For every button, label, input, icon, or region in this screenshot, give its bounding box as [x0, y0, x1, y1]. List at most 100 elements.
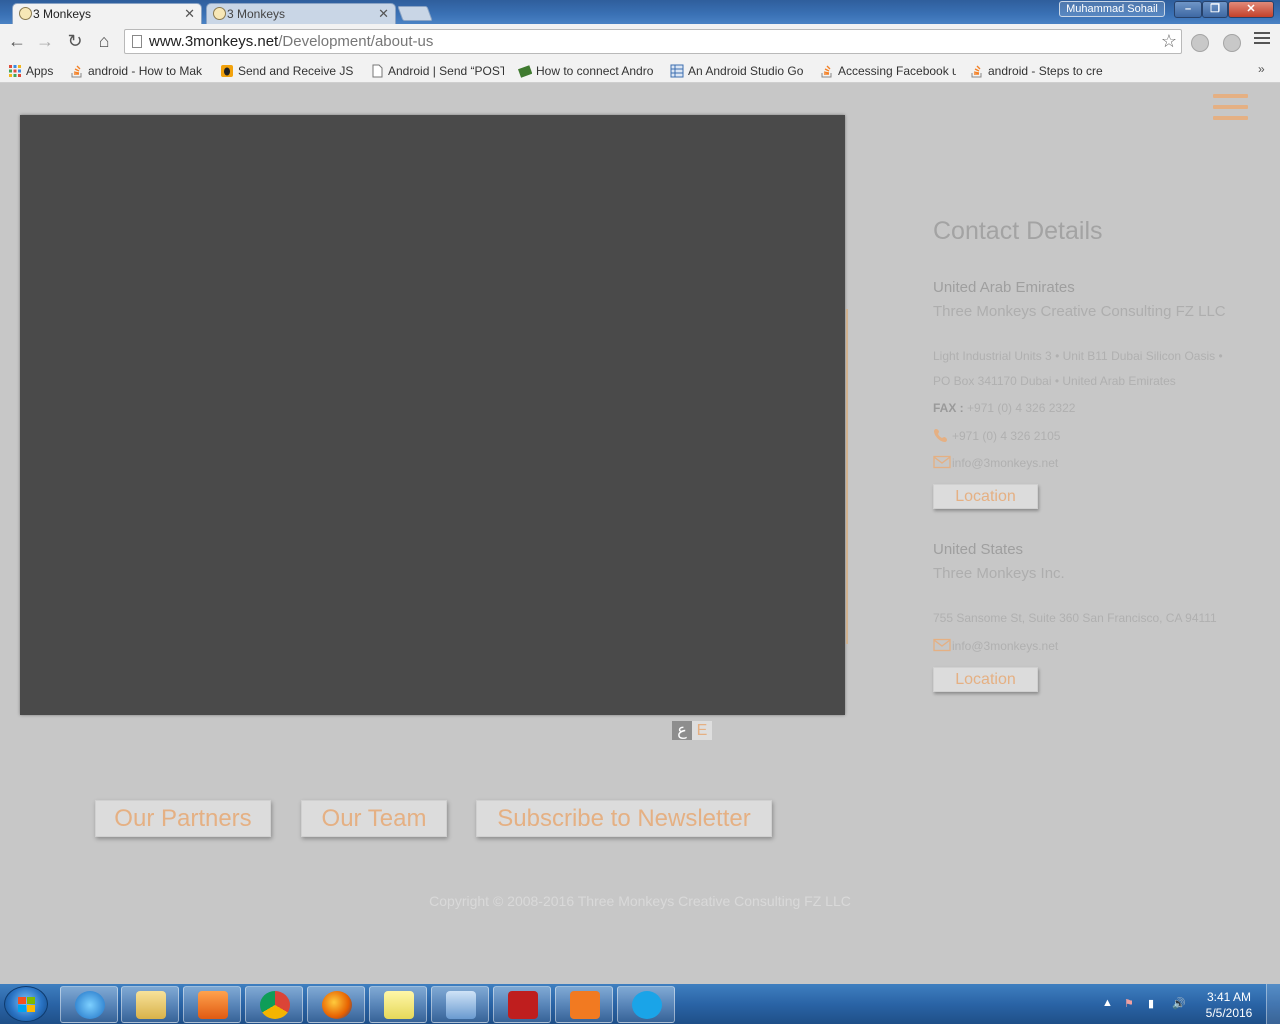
sticky-notes-icon: [384, 991, 414, 1019]
taskbar-firefox[interactable]: [307, 986, 365, 1023]
location-button-uae[interactable]: Location: [933, 484, 1038, 509]
bookmark-item[interactable]: Accessing Facebook u: [820, 62, 956, 80]
our-team-button[interactable]: Our Team: [301, 800, 447, 837]
taskbar-virtualbox[interactable]: [431, 986, 489, 1023]
media-player-icon: [198, 991, 228, 1019]
bee-icon: [221, 65, 233, 77]
bookmarks-bar: Apps android - How to Mak Send and Recei…: [0, 58, 1280, 83]
address-line-1: Light Industrial Units 3 • Unit B11 Duba…: [933, 349, 1223, 363]
grid-page-icon: [670, 64, 684, 78]
url-path: /Development/about-us: [278, 33, 434, 50]
windows-logo-icon: [18, 997, 36, 1013]
taskbar-chrome[interactable]: [245, 986, 303, 1023]
bookmark-item[interactable]: How to connect Andro: [518, 62, 654, 80]
arabic-language-button[interactable]: ع: [672, 721, 692, 740]
close-tab-icon[interactable]: ✕: [378, 4, 389, 24]
tray-overflow-icon[interactable]: ▲: [1102, 997, 1113, 1009]
close-tab-icon[interactable]: ✕: [184, 4, 195, 24]
extension-globe-icon[interactable]: [1223, 34, 1241, 52]
close-window-button[interactable]: ✕: [1228, 1, 1274, 18]
clock-date: 5/5/2016: [1205, 1006, 1253, 1020]
page-icon: [132, 35, 142, 48]
company-uae: Three Monkeys Creative Consulting FZ LLC: [933, 303, 1226, 320]
bookmark-label: android - How to Mak: [88, 64, 203, 78]
bookmark-apps[interactable]: Apps: [8, 62, 60, 80]
email-link[interactable]: info@3monkeys.net: [952, 456, 1058, 470]
region-uae: United Arab Emirates: [933, 279, 1075, 296]
region-us: United States: [933, 541, 1024, 558]
taskbar-clock[interactable]: 3:41 AM 5/5/2016: [1196, 989, 1262, 1021]
english-language-button[interactable]: E: [692, 721, 712, 740]
bookmark-item[interactable]: Send and Receive JSO: [220, 62, 354, 80]
tab-3monkeys-active[interactable]: 3 Monkeys ✕: [12, 3, 202, 24]
bookmarks-overflow-icon[interactable]: »: [1258, 62, 1265, 76]
tab-3monkeys-inactive[interactable]: 3 Monkeys ✕: [206, 3, 396, 24]
firefox-icon: [322, 991, 352, 1019]
taskbar-internet-explorer[interactable]: [60, 986, 118, 1023]
network-icon[interactable]: ▮: [1148, 997, 1154, 1010]
our-partners-button[interactable]: Our Partners: [95, 800, 271, 837]
bookmark-label: How to connect Andro: [536, 64, 654, 78]
bookmark-item[interactable]: An Android Studio Go: [670, 62, 806, 80]
bookmark-label: Send and Receive JSO: [238, 64, 354, 78]
chrome-menu-icon[interactable]: [1254, 32, 1270, 48]
contact-heading: Contact Details: [933, 217, 1103, 245]
url-host: www.3monkeys.net: [149, 33, 279, 50]
reload-icon[interactable]: ↻: [64, 30, 86, 52]
action-center-flag-icon[interactable]: ⚑: [1124, 997, 1134, 1010]
site-menu-icon[interactable]: [1213, 94, 1248, 121]
profile-name-badge[interactable]: Muhammad Sohail: [1059, 1, 1165, 17]
taskbar-sticky-notes[interactable]: [369, 986, 427, 1023]
modal-overlay[interactable]: [20, 115, 845, 715]
bookmark-item[interactable]: android - How to Mak: [70, 62, 204, 80]
virtualbox-icon: [446, 991, 476, 1019]
home-icon[interactable]: ⌂: [93, 30, 115, 52]
bookmark-label: Apps: [26, 64, 54, 78]
minimize-button[interactable]: –: [1174, 1, 1202, 18]
bookmark-item[interactable]: Android | Send “POST: [370, 62, 504, 80]
page-icon: [372, 64, 383, 78]
monkey-favicon-icon: [213, 7, 226, 20]
taskbar-xampp[interactable]: [555, 986, 613, 1023]
start-button[interactable]: [4, 986, 48, 1022]
bookmark-label: Accessing Facebook u: [838, 64, 956, 78]
phone-line: +971 (0) 4 326 2105: [933, 428, 1060, 443]
bookmark-star-icon[interactable]: ☆: [1161, 30, 1177, 53]
browser-titlebar: 3 Monkeys ✕ 3 Monkeys ✕ Muhammad Sohail …: [0, 0, 1280, 24]
skype-icon: [632, 991, 662, 1019]
mail-icon: [933, 638, 951, 652]
fax-line: FAX : +971 (0) 4 326 2322: [933, 401, 1075, 415]
bookmark-item[interactable]: android - Steps to cre: [970, 62, 1106, 80]
extension-search-icon[interactable]: [1191, 34, 1209, 52]
android-icon: [518, 65, 532, 78]
file-explorer-icon: [136, 991, 166, 1019]
xampp-icon: [570, 991, 600, 1019]
tab-title: 3 Monkeys: [33, 7, 92, 21]
new-tab-button[interactable]: [397, 6, 433, 21]
taskbar-filezilla[interactable]: [493, 986, 551, 1023]
email-link[interactable]: info@3monkeys.net: [952, 639, 1058, 653]
maximize-button[interactable]: ❐: [1202, 1, 1228, 18]
address-bar[interactable]: www.3monkeys.net/Development/about-us ☆: [124, 29, 1182, 54]
taskbar-skype[interactable]: [617, 986, 675, 1023]
back-arrow-icon[interactable]: ←: [6, 30, 28, 52]
filezilla-icon: [508, 991, 538, 1019]
taskbar-media-player[interactable]: [183, 986, 241, 1023]
bookmark-label: Android | Send “POST: [388, 64, 504, 78]
stackoverflow-icon: [71, 65, 82, 78]
stackoverflow-icon: [821, 65, 832, 78]
clock-time: 3:41 AM: [1206, 990, 1252, 1004]
phone-number[interactable]: +971 (0) 4 326 2105: [952, 429, 1060, 443]
company-us: Three Monkeys Inc.: [933, 565, 1065, 582]
location-button-us[interactable]: Location: [933, 667, 1038, 692]
forward-arrow-icon[interactable]: →: [34, 30, 56, 52]
browser-toolbar: ← → ↻ ⌂ www.3monkeys.net/Development/abo…: [0, 24, 1280, 58]
volume-icon[interactable]: 🔊: [1172, 997, 1186, 1010]
subscribe-newsletter-button[interactable]: Subscribe to Newsletter: [476, 800, 772, 837]
taskbar-file-explorer[interactable]: [121, 986, 179, 1023]
fax-label: FAX :: [933, 401, 964, 415]
chrome-icon: [260, 991, 290, 1019]
page-content: ع E Contact Details United Arab Emirates…: [0, 84, 1280, 984]
fax-number: +971 (0) 4 326 2322: [967, 401, 1076, 415]
show-desktop-button[interactable]: [1266, 984, 1280, 1024]
